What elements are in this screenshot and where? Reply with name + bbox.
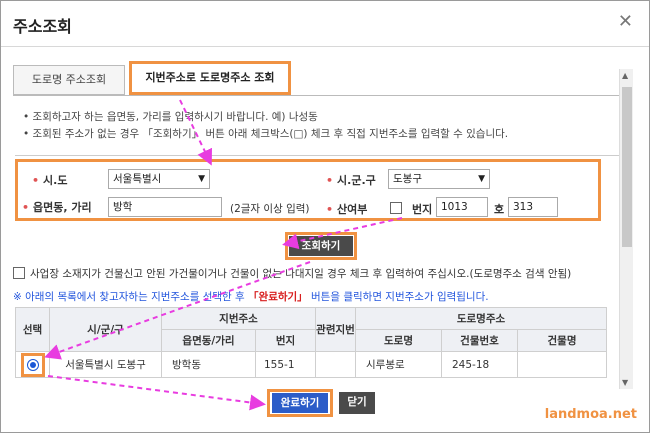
eupmyeon-input[interactable]: 방학	[108, 197, 222, 217]
col-sigungu: 시/군/구	[49, 307, 162, 352]
chevron-down-icon: ▼	[478, 174, 485, 184]
close-icon[interactable]: ✕	[618, 11, 633, 32]
sido-label: • 시.도	[32, 174, 68, 187]
col-related: 관련지번	[315, 307, 356, 352]
chevron-down-icon: ▼	[198, 174, 205, 184]
row-bunji: 155-1	[255, 351, 316, 378]
tab-divider	[13, 95, 619, 96]
search-button[interactable]: 조회하기	[289, 236, 353, 256]
sigungu-label: • 시.군.구	[326, 174, 376, 187]
scroll-thumb[interactable]	[622, 87, 632, 247]
col-building-no: 건물번호	[441, 329, 518, 352]
complete-button[interactable]: 완료하기	[272, 393, 328, 413]
info-text: • 조회하고자 하는 읍면동, 가리를 입력하시기 바랍니다. 예) 나성동 •…	[23, 109, 508, 143]
row-building-name	[517, 351, 607, 378]
manual-input-label: 사업장 소재지가 건물신고 안된 가건물이거나 건물이 없는 나대지일 경우 체…	[30, 268, 572, 280]
watermark-text: landmoa.net	[544, 407, 637, 422]
address-lookup-dialog: 주소조회 ✕ 도로명 주소조회 지번주소로 도로명주소 조회 ▲ ▼ • 조회하…	[0, 0, 650, 433]
col-select: 선택	[15, 307, 50, 352]
sigungu-select[interactable]: 도봉구 ▼	[388, 169, 490, 189]
col-eupmyeon: 읍면동/가리	[161, 329, 256, 352]
eupmyeon-hint: (2글자 이상 입력)	[230, 203, 310, 215]
vertical-scrollbar[interactable]: ▲ ▼	[619, 69, 633, 389]
bunji-input[interactable]: 1013	[436, 197, 488, 217]
complete-button-highlight: 완료하기	[267, 389, 333, 417]
row-select-cell	[15, 351, 50, 378]
ho-label: 호	[494, 203, 505, 216]
san-label: • 산여부	[326, 203, 368, 216]
col-road: 도로명	[355, 329, 442, 352]
selection-notice: ※ 아래의 목록에서 찾고자하는 지번주소를 선택한 후 「완료하기」 버튼을 …	[13, 291, 489, 303]
tab-jibun-to-road[interactable]: 지번주소로 도로명주소 조회	[129, 61, 291, 95]
col-jibun-group: 지번주소	[161, 307, 316, 330]
row-related	[315, 351, 356, 378]
dialog-title: 주소조회	[13, 17, 72, 36]
col-building-name: 건물명	[517, 329, 607, 352]
form-divider	[15, 155, 619, 156]
col-bunji: 번지	[255, 329, 316, 352]
close-button[interactable]: 닫기	[339, 392, 375, 414]
row-sigungu: 서울특별시 도봉구	[49, 351, 162, 378]
row-eupmyeon: 방학동	[161, 351, 256, 378]
radio-highlight	[20, 352, 45, 377]
col-road-group: 도로명주소	[355, 307, 607, 330]
search-button-highlight: 조회하기	[285, 232, 357, 260]
row-radio[interactable]	[26, 358, 39, 371]
manual-input-checkbox[interactable]	[13, 267, 25, 279]
address-form: • 시.도 서울특별시 ▼ • 시.군.구 도봉구 ▼ • 읍면동, 가리 방학 (2글자…	[15, 159, 601, 221]
tab-road-address[interactable]: 도로명 주소조회	[13, 65, 125, 95]
san-checkbox[interactable]	[390, 202, 402, 214]
eupmyeon-label: • 읍면동, 가리	[22, 201, 92, 214]
scroll-down-icon[interactable]: ▼	[622, 378, 628, 387]
info-line-1: • 조회하고자 하는 읍면동, 가리를 입력하시기 바랍니다. 예) 나성동	[23, 111, 318, 123]
row-building-no: 245-18	[441, 351, 518, 378]
bunji-label: 번지	[412, 203, 433, 216]
row-road: 시루봉로	[355, 351, 442, 378]
info-line-2: • 조회된 주소가 없는 경우 「조회하기」 버튼 아래 체크박스(□) 체크 …	[23, 128, 509, 140]
scroll-up-icon[interactable]: ▲	[622, 71, 628, 80]
dialog-titlebar: 주소조회 ✕	[1, 1, 649, 47]
ho-input[interactable]: 313	[508, 197, 558, 217]
sido-select[interactable]: 서울특별시 ▼	[108, 169, 210, 189]
table-row[interactable]: 서울특별시 도봉구 방학동 155-1 시루봉로 245-18	[15, 351, 607, 378]
address-results-table: 선택 시/군/구 지번주소 관련지번 도로명주소 읍면동/가리 번지 도로명 건…	[15, 307, 607, 378]
